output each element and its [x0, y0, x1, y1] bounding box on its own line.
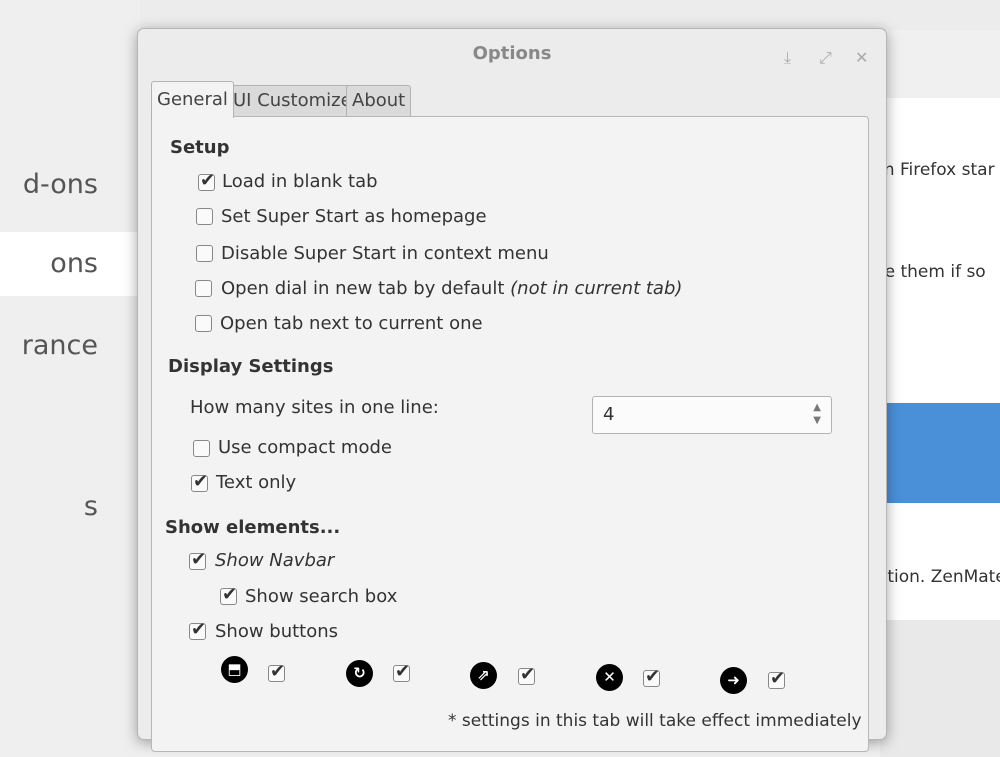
tab-about[interactable]: About — [346, 85, 412, 116]
save-icon: ⬒ — [221, 656, 248, 683]
dialog-title: Options — [472, 43, 552, 64]
sidebar-item-label: d-ons — [22, 169, 98, 200]
sites-per-line-value: 4 — [603, 404, 615, 425]
show-buttons-checkbox[interactable] — [189, 619, 206, 640]
open-tab-next-label: Open tab next to current one — [220, 313, 483, 334]
background-text: ction. ZenMate — [878, 567, 1000, 587]
refresh-icon: ↻ — [346, 660, 373, 687]
close-button-checkbox[interactable] — [643, 666, 660, 687]
sidebar-item-label: rance — [21, 330, 98, 361]
background-blue-button[interactable] — [880, 403, 1000, 503]
compact-mode-checkbox[interactable] — [193, 440, 210, 457]
sidebar-item-other[interactable]: s — [0, 475, 140, 539]
show-elements-heading: Show elements... — [165, 517, 341, 538]
load-blank-tab-checkbox[interactable] — [198, 170, 215, 191]
maximize-icon[interactable]: ⤢ — [819, 49, 832, 67]
sidebar-item-label: ons — [50, 248, 98, 279]
background-text: m Firefox star — [878, 160, 995, 180]
refresh-button-checkbox[interactable] — [393, 661, 410, 682]
sidebar-item-options[interactable]: ons — [0, 232, 140, 296]
show-navbar-label: Show Navbar — [215, 550, 335, 571]
show-search-box-checkbox[interactable] — [220, 584, 237, 605]
show-search-box-label: Show search box — [245, 586, 398, 607]
load-blank-tab-label: Load in blank tab — [222, 171, 378, 192]
text-only-checkbox[interactable] — [191, 471, 208, 492]
open-tab-next-checkbox[interactable] — [195, 315, 212, 332]
stepper-arrows-icon[interactable]: ▲ ▼ — [813, 401, 821, 427]
tab-ui-customize[interactable]: UI Customize — [227, 85, 358, 116]
sidebar-item-appearance[interactable]: rance — [0, 314, 140, 378]
show-buttons-label: Show buttons — [215, 621, 339, 642]
share-icon: ⇗ — [470, 662, 497, 689]
open-dial-text: Open dial in new tab by default — [221, 278, 505, 299]
addons-sidebar — [0, 0, 140, 757]
close-button-icon: ✕ — [596, 664, 623, 691]
save-button-checkbox[interactable] — [268, 661, 285, 682]
open-dial-label: Open dial in new tab by default (not in … — [221, 278, 682, 299]
open-dial-checkbox[interactable] — [195, 280, 212, 297]
display-settings-heading: Display Settings — [168, 356, 334, 377]
close-icon[interactable]: ✕ — [855, 49, 868, 67]
context-menu-checkbox[interactable] — [196, 245, 213, 262]
background-header — [0, 0, 1000, 30]
homepage-label: Set Super Start as homepage — [221, 206, 487, 227]
context-menu-label: Disable Super Start in context menu — [221, 243, 549, 264]
minimize-icon[interactable]: ⤓ — [784, 49, 791, 67]
sidebar-item-label: s — [83, 491, 98, 522]
setup-heading: Setup — [170, 137, 230, 158]
arrow-right-icon: ➜ — [720, 667, 747, 694]
sidebar-item-addons[interactable]: d-ons — [0, 153, 140, 217]
settings-note: * settings in this tab will take effect … — [448, 711, 862, 731]
compact-mode-label: Use compact mode — [218, 437, 392, 458]
text-only-label: Text only — [216, 472, 297, 493]
share-button-checkbox[interactable] — [518, 664, 535, 685]
show-navbar-checkbox[interactable] — [189, 549, 206, 570]
tab-general[interactable]: General — [151, 81, 234, 118]
open-dial-note: (not in current tab) — [510, 278, 683, 299]
background-text: re them if so — [878, 262, 986, 282]
background-content-footer — [880, 620, 1000, 757]
sites-per-line-stepper[interactable]: 4 ▲ ▼ — [592, 396, 832, 434]
arrow-button-checkbox[interactable] — [768, 668, 785, 689]
homepage-checkbox[interactable] — [196, 208, 213, 225]
sites-per-line-label: How many sites in one line: — [190, 397, 439, 418]
